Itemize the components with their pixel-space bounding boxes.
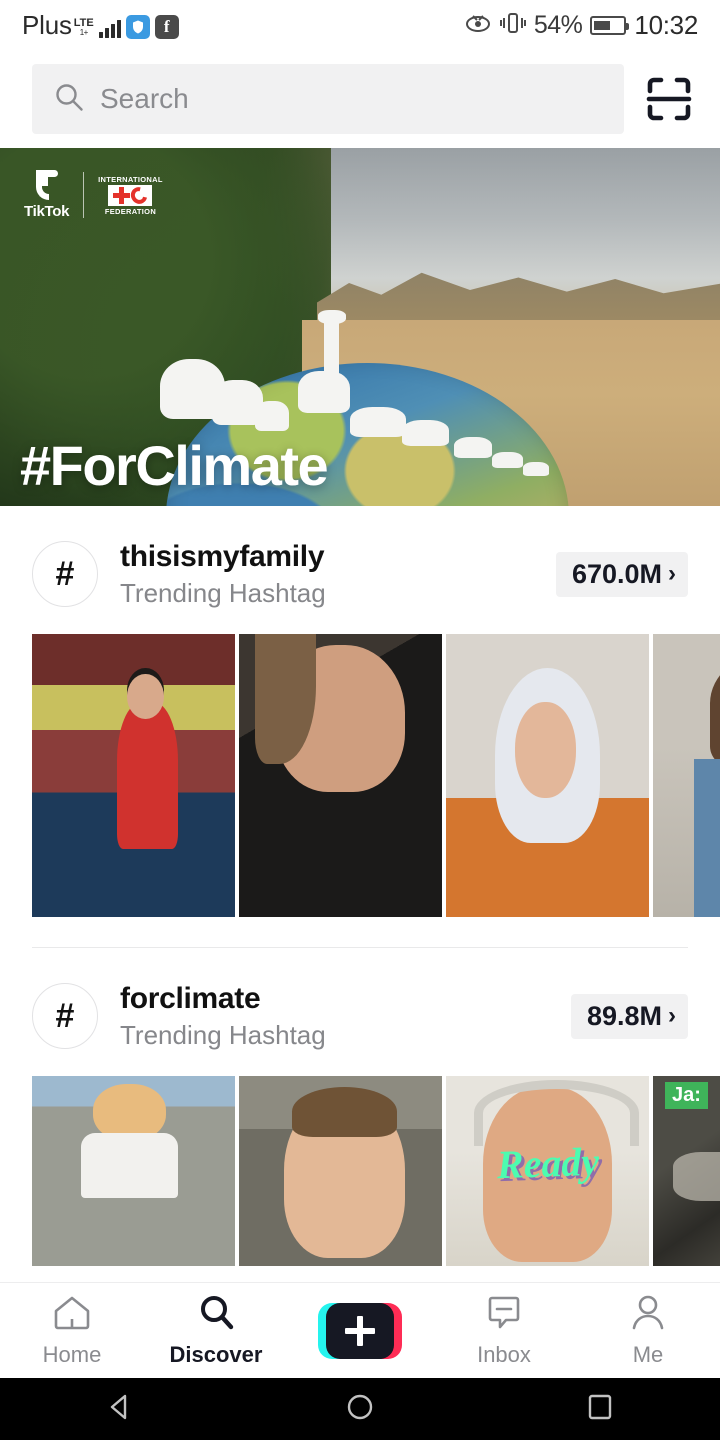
- banner-animals: [151, 298, 583, 476]
- hashtag-header[interactable]: # thisismyfamily Trending Hashtag 670.0M…: [0, 528, 720, 620]
- video-thumbnail[interactable]: Ready: [446, 1076, 649, 1266]
- hashtag-view-count-badge[interactable]: 670.0M ›: [555, 551, 688, 597]
- tab-home[interactable]: Home: [8, 1293, 136, 1368]
- hashtag-name: thisismyfamily: [120, 539, 325, 573]
- tiktok-note-icon: [34, 170, 60, 200]
- hashtag-view-count-badge[interactable]: 89.8M ›: [570, 993, 688, 1039]
- signal-bars-icon: [98, 18, 121, 38]
- hashtag-subtitle: Trending Hashtag: [120, 577, 326, 608]
- tiktok-logo: TikTok: [24, 170, 69, 220]
- ifrc-bottom-label: FEDERATION: [104, 206, 157, 216]
- video-thumbnail[interactable]: [32, 1076, 235, 1266]
- chevron-right-icon: ›: [668, 1002, 676, 1029]
- video-thumbnail[interactable]: [653, 634, 720, 917]
- tab-inbox[interactable]: Inbox: [440, 1293, 568, 1368]
- search-icon: [196, 1293, 236, 1336]
- status-bar: Plus LTE 1+ f 54% 10:32: [0, 0, 720, 50]
- tab-me-label: Me: [632, 1342, 664, 1367]
- chevron-right-icon: ›: [668, 560, 676, 587]
- facebook-app-icon: f: [154, 14, 179, 39]
- video-thumbnail[interactable]: [32, 634, 235, 917]
- inbox-icon: [484, 1293, 524, 1336]
- network-type-sub: 1+: [79, 27, 89, 37]
- hashtag-name: forclimate: [120, 981, 261, 1015]
- battery-percent: 54%: [533, 10, 583, 39]
- carrier-label: Plus: [22, 9, 72, 40]
- create-plus-icon[interactable]: [318, 1302, 402, 1359]
- banner-title: #ForClimate: [20, 434, 329, 497]
- video-thumbnail[interactable]: [446, 634, 649, 917]
- hashtag-icon: #: [32, 541, 98, 607]
- hashtag-section-forclimate: # forclimate Trending Hashtag 89.8M › Re…: [0, 948, 720, 1266]
- tab-discover[interactable]: Discover: [152, 1293, 280, 1368]
- app-screen: Plus LTE 1+ f 54% 10:32 Search TikTok IN…: [0, 0, 720, 1440]
- hashtag-icon: #: [32, 983, 98, 1049]
- hashtag-meta: thisismyfamily Trending Hashtag: [120, 540, 556, 609]
- shield-app-icon: [125, 14, 150, 39]
- tab-discover-label: Discover: [169, 1342, 263, 1367]
- search-input[interactable]: Search: [32, 64, 624, 134]
- network-type-label: LTE: [73, 16, 94, 29]
- video-tag-overlay: Ja:: [665, 1082, 708, 1109]
- campaign-banner[interactable]: TikTok INTERNATIONAL FEDERATION #ForClim…: [0, 148, 720, 506]
- video-caption-overlay: Ready: [495, 1139, 600, 1188]
- person-icon: [628, 1293, 668, 1336]
- banner-brand-row: TikTok INTERNATIONAL FEDERATION: [24, 170, 163, 220]
- hashtag-view-count: 670.0M: [571, 558, 662, 589]
- ifrc-top-label: INTERNATIONAL: [98, 174, 163, 184]
- hashtag-meta: forclimate Trending Hashtag: [120, 982, 571, 1051]
- home-circle-icon[interactable]: [343, 1390, 377, 1429]
- status-bar-right: 54% 10:32: [464, 10, 698, 41]
- tab-create[interactable]: [296, 1302, 424, 1359]
- tab-home-label: Home: [42, 1342, 102, 1367]
- brand-divider: [83, 172, 85, 218]
- video-thumbnail[interactable]: [239, 634, 442, 917]
- eye-icon: [464, 13, 492, 38]
- home-icon: [52, 1293, 92, 1336]
- ifrc-logo: INTERNATIONAL FEDERATION: [98, 175, 163, 216]
- hashtag-subtitle: Trending Hashtag: [120, 1019, 326, 1050]
- qr-scan-icon[interactable]: [638, 68, 700, 130]
- video-thumbnail[interactable]: [239, 1076, 442, 1266]
- tab-inbox-label: Inbox: [477, 1342, 531, 1367]
- android-navigation-bar: [0, 1378, 720, 1440]
- back-triangle-icon[interactable]: [103, 1390, 137, 1429]
- search-placeholder: Search: [100, 83, 189, 114]
- network-type: LTE 1+: [73, 16, 94, 37]
- status-bar-left: Plus LTE 1+ f: [22, 10, 179, 41]
- bottom-tab-bar: Home Discover Inbox Me: [0, 1282, 720, 1378]
- hashtag-header[interactable]: # forclimate Trending Hashtag 89.8M ›: [0, 970, 720, 1062]
- recents-square-icon[interactable]: [583, 1390, 617, 1429]
- red-cross-crescent-icon: [108, 183, 153, 207]
- clock: 10:32: [634, 9, 698, 40]
- hashtag-section-thisismyfamily: # thisismyfamily Trending Hashtag 670.0M…: [0, 506, 720, 948]
- tiktok-label: TikTok: [24, 203, 70, 220]
- tab-me[interactable]: Me: [584, 1293, 712, 1368]
- search-header: Search: [0, 50, 720, 148]
- video-thumbnail-row[interactable]: Ready Ja:: [0, 1076, 720, 1266]
- vibrate-icon: [499, 12, 526, 39]
- hashtag-view-count: 89.8M: [586, 1000, 662, 1031]
- battery-icon: [590, 15, 630, 35]
- video-thumbnail[interactable]: Ja:: [653, 1076, 720, 1266]
- video-thumbnail-row[interactable]: [0, 634, 720, 917]
- search-icon: [54, 82, 84, 117]
